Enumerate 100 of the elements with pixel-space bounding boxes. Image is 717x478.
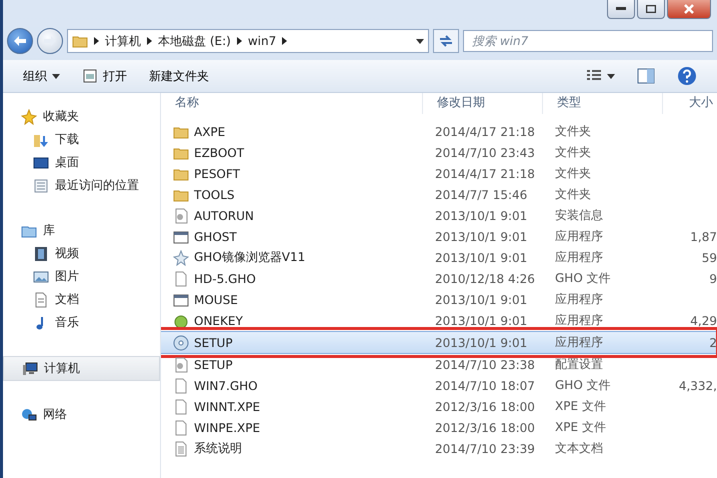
date-cell-text: 2012/3/16 18:00	[434, 420, 536, 434]
film-icon	[33, 246, 49, 262]
size-cell-text: 4,29	[689, 314, 717, 328]
file-row[interactable]: WINNT.XPE 2012/3/16 18:00 XPE 文件	[161, 396, 717, 417]
toolbar-button[interactable]: 新建文件夹	[141, 64, 217, 88]
file-name: MOUSE	[194, 292, 238, 306]
image-icon	[33, 268, 49, 284]
column-header[interactable]: 修改日期	[423, 93, 543, 114]
file-name: TOOLS	[194, 188, 235, 202]
type-cell-text: GHO 文件	[554, 270, 612, 287]
sidebar-item[interactable]: 文档	[3, 288, 160, 311]
gear-file-icon	[173, 208, 189, 224]
file-row[interactable]: ONEKEY 2013/10/1 9:01 应用程序 4,29	[161, 310, 717, 331]
view-list-icon	[586, 69, 602, 83]
search-field[interactable]: 搜索 win7	[463, 30, 713, 52]
file-row[interactable]: WINPE.XPE 2012/3/16 18:00 XPE 文件	[161, 417, 717, 438]
file-icon	[173, 398, 189, 414]
toolbar-button[interactable]: 组织	[15, 64, 68, 88]
dropdown-icon	[416, 38, 424, 44]
star-shape-icon	[173, 250, 189, 266]
file-row[interactable]: GHOST 2013/10/1 9:01 应用程序 1,87	[161, 226, 717, 247]
forward-button[interactable]	[37, 28, 63, 54]
minimize-icon	[616, 7, 626, 11]
sidebar-item[interactable]: 视频	[3, 242, 160, 265]
date-cell-text: 2013/10/1 9:01	[434, 208, 528, 222]
date-cell-text: 2013/10/1 9:01	[434, 336, 528, 350]
type-cell-text: 文件夹	[554, 144, 592, 161]
file-name: WINNT.XPE	[194, 400, 260, 414]
desktop-icon	[33, 154, 49, 170]
file-name: 系统说明	[194, 440, 242, 457]
minimize-button[interactable]	[607, 0, 635, 19]
file-name: AXPE	[194, 124, 226, 138]
sidebar-item[interactable]: 图片	[3, 265, 160, 288]
maximize-icon	[646, 5, 656, 13]
date-cell-text: 2013/10/1 9:01	[434, 292, 528, 306]
ball-icon	[173, 312, 189, 328]
toolbar-button[interactable]: 打开	[74, 64, 135, 88]
type-cell-text: 文件夹	[554, 123, 592, 140]
file-row[interactable]: TOOLS 2014/7/7 15:46 文件夹	[161, 184, 717, 205]
sidebar-item[interactable]: 音乐	[3, 311, 160, 334]
type-cell-text: 应用程序	[554, 291, 604, 308]
file-icon	[173, 270, 189, 286]
chevron-icon	[282, 37, 288, 45]
column-header[interactable]: 类型	[543, 93, 663, 114]
breadcrumb[interactable]: 计算机	[105, 32, 141, 50]
file-name: GHO镜像浏览器V11	[194, 249, 306, 266]
date-cell-text: 2012/3/16 18:00	[434, 400, 536, 414]
file-row[interactable]: MOUSE 2013/10/1 9:01 应用程序	[161, 289, 717, 310]
type-cell-text: 应用程序	[554, 334, 604, 351]
back-arrow-icon	[13, 35, 27, 47]
sidebar-item[interactable]: 收藏夹	[3, 105, 160, 128]
date-cell-text: 2013/10/1 9:01	[434, 314, 528, 328]
type-cell-text: 应用程序	[554, 228, 604, 245]
file-row[interactable]: GHO镜像浏览器V11 2013/10/1 9:01 应用程序 59	[161, 247, 717, 268]
sidebar-item[interactable]: 桌面	[3, 151, 160, 174]
type-cell-text: 文件夹	[554, 186, 592, 203]
star-icon	[21, 108, 37, 124]
sidebar-item[interactable]: 网络	[3, 403, 160, 426]
type-cell-text: 配置设置	[554, 356, 604, 373]
file-row[interactable]: 系统说明 2014/7/10 23:39 文本文档	[161, 438, 717, 459]
date-cell-text: 2014/7/10 23:43	[434, 146, 536, 160]
sidebar-item[interactable]: 最近访问的位置	[3, 174, 160, 197]
file-row[interactable]: WIN7.GHO 2014/7/10 18:07 GHO 文件 4,332,	[161, 375, 717, 396]
document-icon	[33, 292, 49, 308]
sidebar-item[interactable]: 计算机	[3, 356, 160, 381]
breadcrumb[interactable]: win7	[248, 34, 276, 48]
file-name: AUTORUN	[194, 208, 254, 222]
type-cell-text: 应用程序	[554, 312, 604, 329]
chevron-icon	[94, 37, 99, 45]
date-cell-text: 2013/10/1 9:01	[434, 230, 528, 244]
close-button[interactable]	[667, 0, 711, 19]
refresh-button[interactable]	[433, 29, 459, 53]
file-row[interactable]: EZBOOT 2014/7/10 23:43 文件夹	[161, 142, 717, 163]
file-name: GHOST	[194, 230, 237, 244]
file-row[interactable]: AXPE 2014/4/17 21:18 文件夹	[161, 121, 717, 142]
type-cell-text: XPE 文件	[554, 419, 607, 436]
date-cell-text: 2010/12/18 4:26	[434, 272, 536, 286]
column-header[interactable]: 名称	[161, 93, 423, 114]
pane-icon	[637, 68, 655, 84]
file-row[interactable]: SETUP 2014/7/10 23:38 配置设置	[161, 354, 717, 375]
address-bar[interactable]: 计算机 本地磁盘 (E:) win7	[67, 29, 429, 53]
sidebar-item[interactable]: 库	[3, 219, 160, 242]
breadcrumb[interactable]: 本地磁盘 (E:)	[158, 32, 231, 50]
maximize-button[interactable]	[637, 0, 665, 19]
sidebar-item[interactable]: 下载	[3, 128, 160, 151]
file-name: WINPE.XPE	[194, 420, 260, 434]
type-cell-text: 文件夹	[554, 165, 592, 182]
file-name: ONEKEY	[194, 314, 243, 328]
file-row[interactable]: PESOFT 2014/4/17 21:18 文件夹	[161, 163, 717, 184]
column-header[interactable]: 大小	[663, 93, 717, 114]
file-row[interactable]: AUTORUN 2013/10/1 9:01 安装信息	[161, 205, 717, 226]
help-icon	[677, 66, 697, 86]
disc-icon	[173, 334, 189, 350]
window-icon	[173, 228, 189, 244]
file-name: SETUP	[194, 358, 233, 372]
back-button[interactable]	[7, 28, 33, 54]
file-name: WIN7.GHO	[194, 378, 258, 392]
date-cell-text: 2014/4/17 21:18	[434, 124, 536, 138]
size-cell-text: 2	[708, 336, 717, 350]
file-row[interactable]: HD-5.GHO 2010/12/18 4:26 GHO 文件 9	[161, 268, 717, 289]
